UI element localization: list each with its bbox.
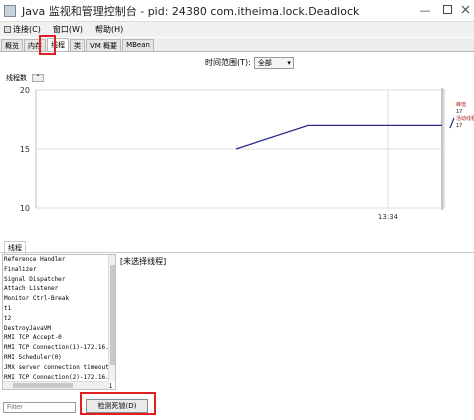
threads-panel-divider (0, 252, 474, 253)
thread-list-item[interactable]: Finalizer (4, 265, 115, 275)
menu-connection[interactable]: 连接(C) (4, 24, 41, 35)
time-range-value: 全部 (257, 58, 272, 67)
tab-overview[interactable]: 概览 (1, 39, 23, 51)
legend-entry: 17 (456, 109, 462, 115)
time-range-label: 时间范围(T): (205, 58, 251, 67)
thread-list-item[interactable]: Attach Listener (4, 284, 115, 294)
chevron-down-icon: ▾ (287, 58, 291, 67)
legend-entry: 活动线程 (456, 115, 474, 122)
tab-classes[interactable]: 类 (70, 39, 85, 51)
thread-list-item[interactable]: Monitor Ctrl-Break (4, 294, 115, 304)
y-tick-label: 10 (20, 204, 30, 213)
menu-window-label: 窗口(W) (52, 25, 83, 34)
legend-entry: 17 (456, 123, 462, 129)
vertical-scroll-thumb[interactable] (110, 265, 115, 365)
no-thread-selected-text: [未选择线程] (120, 257, 167, 266)
thread-list-item[interactable]: t2 (4, 314, 115, 324)
thread-list-item[interactable]: t1 (4, 304, 115, 314)
window-title: Java 监视和管理控制台 - pid: 24380 com.itheima.l… (22, 4, 360, 18)
horizontal-scroll-thumb[interactable] (13, 383, 73, 388)
y-axis-ticks: 20 15 10 (20, 86, 30, 213)
thread-filter-input[interactable] (3, 402, 76, 413)
maximize-icon[interactable] (440, 4, 454, 18)
x-axis-ticks: 13:34 (378, 213, 399, 221)
connection-icon (4, 26, 11, 33)
title-bar: Java 监视和管理控制台 - pid: 24380 com.itheima.l… (0, 0, 474, 22)
threads-tab-highlight-box (39, 35, 56, 55)
thread-list-item[interactable]: DestroyJavaVM (4, 324, 115, 334)
thread-list-item[interactable]: JMX server connection timeout (4, 363, 115, 373)
time-range-row: 时间范围(T): 全部 ▾ (205, 56, 294, 69)
y-tick-label: 20 (20, 86, 30, 95)
thread-list-item[interactable]: RMI TCP Connection(1)-172.16.1 (4, 343, 115, 353)
thread-list-item[interactable]: Reference Handler (4, 255, 115, 265)
tab-bar: 概览 内存 线程 类 VM 概要 MBean (0, 38, 474, 52)
menu-help-label: 帮助(H) (94, 25, 124, 34)
legend-series-marker (449, 117, 455, 129)
thread-list-vertical-scrollbar[interactable] (108, 255, 115, 381)
time-range-select[interactable]: 全部 ▾ (253, 56, 294, 69)
java-app-icon (4, 4, 16, 17)
menu-connection-label: 连接(C) (13, 25, 41, 34)
thread-list-items: Reference Handler Finalizer Signal Dispatc… (3, 255, 115, 389)
close-icon[interactable] (458, 4, 472, 18)
thread-list-item[interactable]: Signal Dispatcher (4, 275, 115, 285)
legend-entry: 峰值 (456, 101, 466, 108)
y-tick-label: 15 (20, 145, 30, 154)
thread-list[interactable]: Reference Handler Finalizer Signal Dispatc… (2, 254, 116, 390)
x-tick-label: 13:34 (378, 213, 399, 221)
chart-legend: 峰值17活动线程17 (449, 101, 474, 129)
thread-detail-pane: [未选择线程] (118, 254, 474, 390)
thread-count-chart: 201510 13:34 峰值17活动线程17 (20, 86, 474, 221)
collapse-chart-button[interactable]: ⌃ (32, 74, 44, 82)
thread-list-item[interactable]: RMI Scheduler(0) (4, 353, 115, 363)
tab-vm-summary[interactable]: VM 概要 (86, 39, 122, 51)
menu-help[interactable]: 帮助(H) (95, 24, 123, 35)
minimize-icon[interactable]: — (418, 4, 432, 18)
thread-list-horizontal-scrollbar[interactable] (3, 381, 109, 389)
menu-window[interactable]: 窗口(W) (53, 24, 83, 35)
thread-list-item[interactable]: RMI TCP Accept-0 (4, 333, 115, 343)
menu-bar: 连接(C) 窗口(W) 帮助(H) (0, 22, 474, 37)
detect-deadlock-highlight-box (80, 392, 156, 415)
tab-mbean[interactable]: MBean (122, 39, 154, 51)
